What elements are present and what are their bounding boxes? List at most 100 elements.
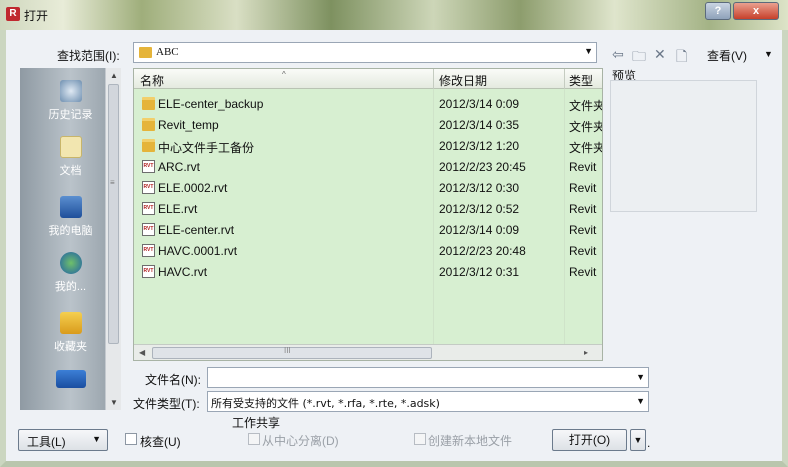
view-menu-button[interactable]: 查看(V)	[707, 47, 747, 64]
rvt-file-icon: RVT	[142, 265, 155, 278]
filetype-label: 文件类型(T):	[133, 397, 200, 411]
filename-field[interactable]: ▼	[207, 367, 649, 388]
file-name: Revit_temp	[158, 118, 219, 132]
chevron-down-icon: ▼	[92, 434, 101, 444]
list-item[interactable]: RVT ARC.rvt 2012/2/23 20:45 Revit	[134, 156, 602, 177]
lookin-combo[interactable]: ABC ▼	[133, 42, 597, 63]
file-name: HAVC.rvt	[158, 265, 208, 279]
new-folder-icon[interactable]: 🗋	[676, 46, 687, 70]
list-item[interactable]: RVT ELE.rvt 2012/3/12 0:52 Revit	[134, 198, 602, 219]
favorites-icon	[59, 312, 82, 334]
column-divider[interactable]	[564, 69, 565, 89]
file-date: 2012/3/14 0:09	[439, 223, 520, 237]
worksharing-group: 从中心分离(D) 创建新本地文件	[230, 428, 540, 456]
file-type: 文件夹	[569, 120, 603, 134]
window-title: 打开	[24, 9, 49, 23]
rvt-file-icon: RVT	[142, 181, 155, 194]
horizontal-scrollbar[interactable]: ◀ III ▸	[134, 344, 602, 360]
open-dropdown-button[interactable]: ▼	[630, 429, 646, 451]
revit-app-icon: R	[6, 7, 20, 21]
rvt-file-icon: RVT	[142, 244, 155, 257]
place-label: 我的电脑	[48, 225, 93, 237]
detach-checkbox[interactable]	[248, 433, 260, 445]
column-header-name[interactable]: 名称	[140, 72, 164, 89]
file-list[interactable]: 名称 ^ 修改日期 类型 ELE-center_backup 2012/3/14…	[133, 68, 603, 361]
column-divider[interactable]	[433, 69, 434, 89]
scroll-thumb[interactable]	[152, 347, 432, 359]
list-item[interactable]: RVT HAVC.rvt 2012/3/12 0:31 Revit	[134, 261, 602, 282]
rvt-file-icon: RVT	[142, 223, 155, 236]
file-type: 文件夹	[569, 99, 603, 113]
file-name: ELE-center_backup	[158, 97, 264, 111]
delete-icon[interactable]: ✕	[654, 46, 666, 63]
tools-button[interactable]: 工具(L) ▼	[18, 429, 108, 451]
file-date: 2012/3/12 0:31	[439, 265, 520, 279]
file-type: 文件夹	[569, 141, 603, 155]
detach-label: 从中心分离(D)	[262, 434, 339, 448]
list-item[interactable]: RVT HAVC.0001.rvt 2012/2/23 20:48 Revit	[134, 240, 602, 261]
scroll-right-icon[interactable]: ▸	[584, 348, 588, 357]
place-label: 我的...	[54, 281, 87, 293]
create-local-checkbox[interactable]	[414, 433, 426, 445]
file-name: ELE-center.rvt	[158, 223, 235, 237]
file-list-header: 名称 ^ 修改日期 类型	[134, 69, 602, 89]
file-type: Revit	[569, 265, 597, 279]
file-date: 2012/3/12 0:30	[439, 181, 520, 195]
back-icon[interactable]: ⇦	[612, 46, 624, 63]
list-item[interactable]: Revit_temp 2012/3/14 0:35 文件夹	[134, 114, 603, 135]
chevron-down-icon[interactable]: ▼	[636, 372, 645, 382]
folder-icon	[142, 139, 155, 152]
place-label: 文档	[59, 165, 82, 177]
filetype-value: 所有受支持的文件 (*.rvt, *.rfa, *.rte, *.adsk)	[211, 397, 440, 410]
folder-icon	[142, 97, 155, 110]
open-button[interactable]: 打开(O)	[552, 429, 627, 451]
column-header-date[interactable]: 修改日期	[439, 72, 487, 89]
file-type: Revit	[569, 223, 597, 237]
scroll-up-icon[interactable]: ▲	[110, 71, 118, 80]
file-type: Revit	[569, 202, 597, 216]
view-chevron-down-icon[interactable]: ▼	[764, 49, 773, 59]
rvt-file-icon: RVT	[142, 202, 155, 215]
list-item[interactable]: 中心文件手工备份 2012/3/12 1:20 文件夹	[134, 135, 603, 156]
computer-icon	[59, 196, 82, 218]
place-label: 历史记录	[48, 109, 93, 121]
filetype-select[interactable]: 所有受支持的文件 (*.rvt, *.rfa, *.rte, *.adsk) ▼	[207, 391, 649, 412]
file-name: ARC.rvt	[158, 160, 200, 174]
desktop-icon	[55, 370, 86, 388]
file-date: 2012/3/12 0:52	[439, 202, 520, 216]
scroll-thumb[interactable]	[108, 84, 119, 344]
chevron-down-icon[interactable]: ▼	[584, 46, 593, 56]
folder-icon	[139, 47, 152, 58]
dot-marker: .	[647, 436, 651, 450]
list-item[interactable]: RVT ELE.0002.rvt 2012/3/12 0:30 Revit	[134, 177, 602, 198]
grip-icon: III	[284, 346, 291, 355]
tools-label: 工具(L)	[27, 435, 66, 449]
file-date: 2012/3/14 0:09	[439, 97, 520, 111]
history-icon	[59, 80, 82, 102]
help-button[interactable]: ?	[705, 2, 731, 20]
places-scrollbar[interactable]: ▲ ≡ ▼	[105, 68, 121, 410]
grip-icon: ≡	[110, 178, 115, 187]
filename-label: 文件名(N):	[145, 373, 201, 387]
list-item[interactable]: ELE-center_backup 2012/3/14 0:09 文件夹	[134, 93, 603, 114]
documents-icon	[59, 136, 82, 158]
file-date: 2012/3/14 0:35	[439, 118, 520, 132]
title-bar: R 打开 ? x	[0, 0, 788, 30]
sort-ascending-icon: ^	[282, 70, 286, 79]
audit-checkbox[interactable]	[125, 433, 137, 445]
place-label: 收藏夹	[54, 341, 87, 353]
file-name: HAVC.0001.rvt	[158, 244, 238, 258]
close-button[interactable]: x	[733, 2, 779, 20]
lookin-label: 查找范围(I):	[57, 49, 120, 63]
preview-pane	[610, 80, 757, 212]
column-header-type[interactable]: 类型	[569, 72, 593, 89]
audit-label: 核查(U)	[140, 435, 181, 449]
scroll-down-icon[interactable]: ▼	[110, 398, 118, 407]
scroll-left-icon[interactable]: ◀	[139, 348, 145, 357]
file-date: 2012/2/23 20:48	[439, 244, 526, 258]
lookin-value: ABC	[156, 46, 179, 58]
rvt-file-icon: RVT	[142, 160, 155, 173]
chevron-down-icon[interactable]: ▼	[636, 396, 645, 406]
create-local-label: 创建新本地文件	[428, 434, 513, 448]
list-item[interactable]: RVT ELE-center.rvt 2012/3/14 0:09 Revit	[134, 219, 602, 240]
